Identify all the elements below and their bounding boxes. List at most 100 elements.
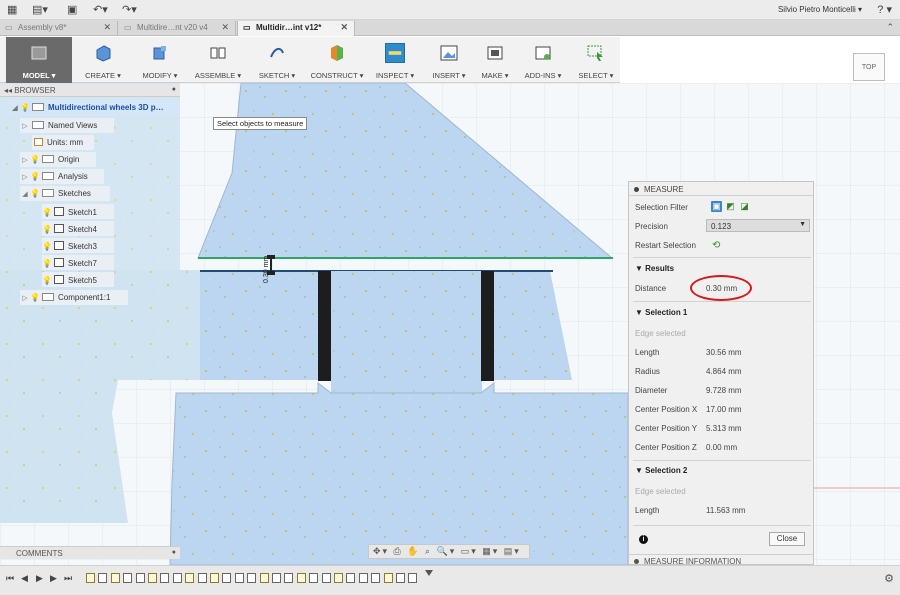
timeline-feature-icon[interactable] (259, 573, 269, 583)
skip-end-icon[interactable]: ⏭ (64, 573, 72, 584)
step-forward-icon[interactable]: ▶ (50, 573, 57, 584)
timeline-feature-icon[interactable] (358, 573, 368, 583)
center-column-face[interactable] (331, 271, 481, 393)
lightbulb-icon[interactable]: 💡 (42, 259, 52, 268)
comments-panel-header[interactable]: COMMENTS ● (0, 546, 180, 559)
gear-icon[interactable]: ⚙ (884, 572, 894, 585)
close-icon[interactable]: ✕ (103, 22, 111, 33)
tree-item-named-views[interactable]: ▷ Named Views (20, 118, 114, 133)
browser-panel-header[interactable]: ◂◂ BROWSER ● (0, 84, 180, 97)
timeline-feature-icon[interactable] (321, 573, 331, 583)
timeline-feature-icon[interactable] (172, 573, 182, 583)
filter-edge-icon[interactable]: ◩ (725, 201, 736, 212)
lightbulb-icon[interactable]: 💡 (42, 208, 52, 217)
navigation-icons[interactable]: ✥▾ ⎙ ✋ ⌕ 🔍▾ ▭▾ ▦▾ ▤▾ (373, 546, 521, 556)
timeline-feature-icon[interactable] (123, 573, 133, 583)
expand-triangle-icon[interactable]: ▷ (20, 156, 30, 164)
skip-start-icon[interactable]: ⏮ (6, 573, 14, 584)
timeline-feature-icon[interactable] (334, 573, 343, 583)
tab-multidirectional-v20[interactable]: ▭ Multidire…nt v20 v4 ✕ (119, 21, 236, 36)
lightbulb-icon[interactable]: 💡 (20, 103, 30, 112)
timeline-feature-icon[interactable] (284, 573, 294, 583)
tree-item-sketch3[interactable]: 💡 Sketch3 (42, 238, 114, 253)
timeline-feature-icon[interactable] (396, 573, 405, 583)
timeline-feature-icon[interactable] (160, 573, 170, 583)
user-menu[interactable]: Silvio Pietro Monticelli ▾ (778, 5, 862, 14)
make-menu[interactable]: MAKE ▾ (478, 37, 512, 83)
timeline-feature-icon[interactable] (222, 573, 232, 583)
timeline-feature-icon[interactable] (197, 573, 207, 583)
redo-icon[interactable]: ↷▾ (122, 3, 137, 16)
tree-item-sketch7[interactable]: 💡 Sketch7 (42, 255, 114, 270)
precision-select[interactable]: 0.123 ▼ (706, 219, 810, 232)
timeline-feature-icon[interactable] (98, 573, 108, 583)
restart-selection-icon[interactable]: ⟲ (712, 240, 720, 251)
tree-item-sketches[interactable]: ◢ 💡 Sketches (20, 186, 110, 201)
expand-triangle-icon[interactable]: ▷ (20, 294, 30, 302)
measure-header[interactable]: MEASURE (629, 182, 813, 196)
timeline-marker[interactable] (425, 570, 433, 576)
lightbulb-icon[interactable]: 💡 (30, 293, 40, 302)
selection1-section-header[interactable]: ▼ Selection 1 (635, 308, 687, 317)
timeline-feature-icon[interactable] (148, 573, 157, 583)
collapse-icon[interactable]: ◂◂ (4, 86, 12, 95)
construct-menu[interactable]: CONSTRUCT ▾ (308, 37, 366, 83)
timeline-feature-icon[interactable] (272, 573, 281, 583)
create-menu[interactable]: CREATE ▾ (78, 37, 128, 83)
view-cube[interactable]: TOP (853, 53, 885, 81)
timeline-feature-icon[interactable] (247, 573, 257, 583)
pin-icon[interactable]: ● (172, 86, 176, 93)
timeline-feature-icon[interactable] (296, 573, 306, 583)
timeline-feature-icon[interactable] (135, 573, 145, 583)
assemble-menu[interactable]: ASSEMBLE ▾ (190, 37, 246, 83)
tree-item-origin[interactable]: ▷ 💡 Origin (20, 152, 96, 167)
filter-body-icon[interactable]: ◪ (739, 201, 750, 212)
tree-item-sketch5[interactable]: 💡 Sketch5 (42, 272, 114, 287)
tree-item-analysis[interactable]: ▷ 💡 Analysis (20, 169, 104, 184)
help-icon[interactable]: ? ▾ (877, 3, 892, 16)
timeline-feature-icon[interactable] (210, 573, 219, 583)
tab-assembly[interactable]: ▭ Assembly v8* ✕ (0, 21, 118, 36)
expand-triangle-icon[interactable]: ◢ (10, 104, 20, 112)
timeline-feature-icon[interactable] (185, 573, 195, 583)
close-icon[interactable]: ✕ (340, 22, 348, 33)
tree-item-component1[interactable]: ▷ 💡 Component1:1 (20, 290, 128, 305)
tree-item-sketch1[interactable]: 💡 Sketch1 (42, 204, 114, 219)
workspace-model-button[interactable]: MODEL ▾ (6, 37, 72, 83)
filter-face-icon[interactable]: ▣ (711, 201, 722, 212)
lightbulb-icon[interactable]: 💡 (42, 276, 52, 285)
grid-icon[interactable]: ▦ (7, 3, 17, 16)
tab-multidirectional-v12[interactable]: ▭ Multidir…int v12* ✕ (237, 21, 355, 36)
timeline-feature-icon[interactable] (346, 573, 356, 583)
select-menu[interactable]: SELECT ▾ (576, 37, 616, 83)
addins-menu[interactable]: ADD-INS ▾ (522, 37, 564, 83)
lightbulb-icon[interactable]: 💡 (30, 189, 40, 198)
chevron-up-icon[interactable]: ⌃ (886, 22, 894, 33)
step-back-icon[interactable]: ◀ (21, 573, 28, 584)
timeline-feature-icon[interactable] (86, 573, 95, 583)
sketch-menu[interactable]: SKETCH ▾ (254, 37, 300, 83)
insert-menu[interactable]: INSERT ▾ (428, 37, 470, 83)
pin-icon[interactable]: ● (172, 549, 176, 556)
expand-triangle-icon[interactable]: ◢ (20, 190, 30, 198)
lightbulb-icon[interactable]: 💡 (30, 155, 40, 164)
navigation-toolbar[interactable]: ✥▾ ⎙ ✋ ⌕ 🔍▾ ▭▾ ▦▾ ▤▾ (368, 544, 530, 559)
timeline-feature-icon[interactable] (408, 573, 418, 583)
tree-item-root[interactable]: ◢ 💡 Multidirectional wheels 3D p… (10, 100, 178, 115)
undo-icon[interactable]: ↶▾ (93, 3, 108, 16)
tree-item-sketch4[interactable]: 💡 Sketch4 (42, 221, 114, 236)
timeline-feature-icon[interactable] (234, 573, 244, 583)
timeline-feature-icon[interactable] (383, 573, 393, 583)
file-icon[interactable]: ▤▾ (32, 3, 48, 16)
timeline-feature-icon[interactable] (309, 573, 319, 583)
lightbulb-icon[interactable]: 💡 (30, 172, 40, 181)
close-icon[interactable]: ✕ (221, 22, 229, 33)
expand-triangle-icon[interactable]: ▷ (20, 122, 30, 130)
info-icon[interactable]: i (639, 535, 648, 544)
results-section-header[interactable]: ▼ Results (635, 264, 674, 273)
timeline-feature-icon[interactable] (371, 573, 381, 583)
expand-triangle-icon[interactable]: ▷ (20, 173, 30, 181)
inspect-menu[interactable]: INSPECT ▾ (373, 37, 417, 83)
save-icon[interactable]: ▣ (67, 3, 77, 16)
play-icon[interactable]: ▶ (36, 573, 43, 584)
